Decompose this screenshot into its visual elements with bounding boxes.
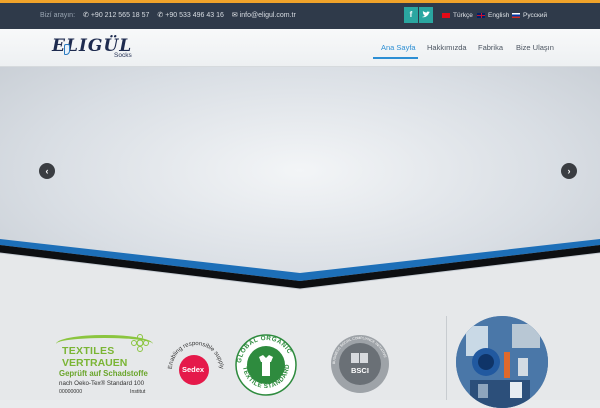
- uk-flag-icon: [477, 12, 485, 18]
- bsci-badge[interactable]: BSCI BUSINESS SOCIAL COMPLIANCE INITIATI…: [329, 333, 391, 395]
- main-header: ELIGÜL Socks Ana Sayfa Hakkımızda Fabrik…: [0, 29, 600, 67]
- factory-machinery: [456, 316, 548, 408]
- site-logo[interactable]: ELIGÜL Socks: [52, 36, 132, 62]
- phone-1[interactable]: +90 212 565 18 57: [91, 12, 150, 19]
- lang-english[interactable]: English: [477, 12, 509, 19]
- slider-next-button[interactable]: ›: [561, 163, 577, 179]
- oeko-line2: VERTRAUEN: [62, 357, 128, 369]
- bsci-name: BSCI: [351, 366, 369, 375]
- twitter-icon[interactable]: [419, 7, 433, 23]
- factory-photo[interactable]: [456, 316, 548, 408]
- phone-icon: ✆: [82, 12, 89, 19]
- bsci-hand-icon: [351, 353, 359, 363]
- section-divider: [446, 316, 447, 400]
- mail-icon: ✉: [231, 12, 238, 19]
- contact-info: Bizí arayın: ✆ +90 212 565 18 57 ✆ +90 53…: [40, 11, 302, 19]
- nav-item-home[interactable]: Ana Sayfa: [381, 43, 416, 52]
- nav-item-contact[interactable]: Bize Ulaşın: [516, 43, 554, 52]
- nav-item-about[interactable]: Hakkımızda: [427, 43, 467, 52]
- oeko-tex-badge[interactable]: TEXTILES VERTRAUEN Geprüft auf Schadstof…: [56, 334, 153, 397]
- oeko-institut: Institut: [130, 389, 146, 395]
- oeko-number: 00000000: [59, 389, 83, 395]
- phone-2[interactable]: +90 533 496 43 16: [165, 12, 224, 19]
- flower-icon: [131, 334, 149, 352]
- sedex-badge[interactable]: Enabling responsible supply chains Sedex: [164, 329, 228, 395]
- hero-slider[interactable]: ‹ ›: [0, 67, 600, 297]
- active-indicator: [373, 57, 418, 59]
- sock-icon: [64, 44, 70, 55]
- hero-stripes: [0, 239, 600, 297]
- lang-russian[interactable]: Русский: [512, 12, 547, 19]
- slider-prev-button[interactable]: ‹: [39, 163, 55, 179]
- oeko-line1: TEXTILES: [62, 345, 115, 357]
- contact-label: Bizí arayın:: [40, 12, 76, 19]
- oeko-line3: Geprüft auf Schadstoffe: [59, 369, 148, 378]
- gots-badge[interactable]: GLOBAL ORGANIC TEXTILE STANDARD: [234, 333, 298, 397]
- phone-icon: ✆: [157, 12, 164, 19]
- lang-label: Русский: [523, 12, 548, 19]
- logo-sub: Socks: [114, 52, 132, 59]
- sedex-name: Sedex: [182, 365, 205, 374]
- lang-label: English: [488, 12, 510, 19]
- lang-turkish[interactable]: Türkçe: [442, 12, 473, 19]
- top-contact-bar: Bizí arayın: ✆ +90 212 565 18 57 ✆ +90 53…: [0, 3, 600, 29]
- russia-flag-icon: [512, 12, 520, 18]
- lang-label: Türkçe: [453, 12, 473, 19]
- email-link[interactable]: info@eligul.com.tr: [240, 12, 296, 19]
- oeko-line4: nach Oeko-Tex® Standard 100: [59, 380, 145, 387]
- bsci-seal: BSCI BUSINESS SOCIAL COMPLIANCE INITIATI…: [331, 335, 389, 393]
- facebook-icon[interactable]: f: [404, 7, 418, 23]
- gots-seal: GLOBAL ORGANIC TEXTILE STANDARD: [235, 334, 297, 396]
- turkey-flag-icon: [442, 12, 450, 18]
- nav-item-factory[interactable]: Fabrika: [478, 43, 503, 52]
- twitter-bird-icon: [422, 11, 430, 18]
